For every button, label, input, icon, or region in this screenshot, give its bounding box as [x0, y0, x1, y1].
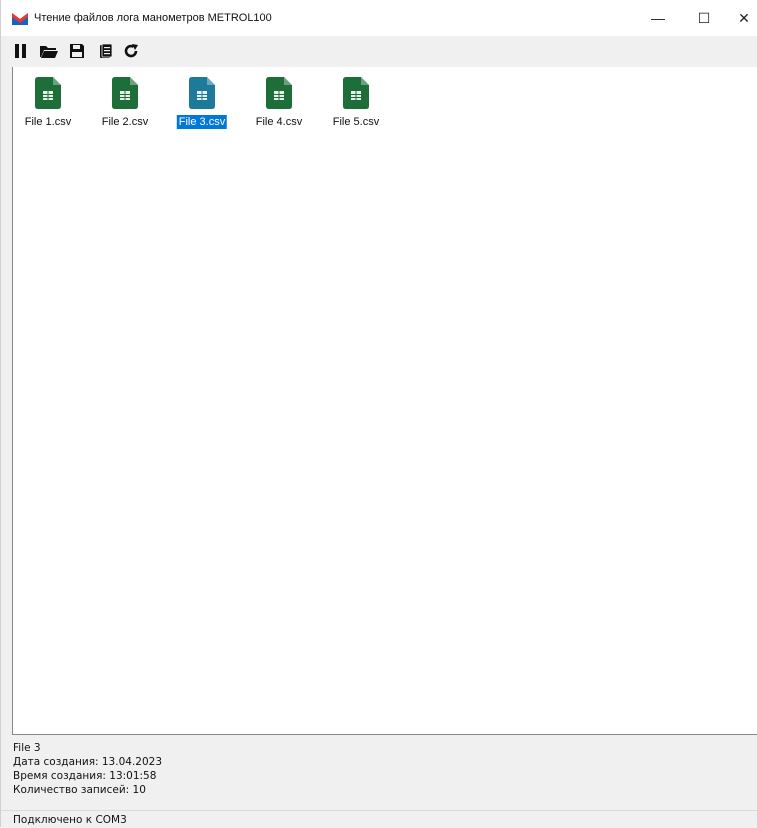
- spreadsheet-file-icon: [266, 77, 292, 109]
- file-item-label: File 5.csv: [332, 116, 380, 128]
- copy-button[interactable]: [96, 42, 116, 60]
- folder-open-icon: [40, 46, 58, 58]
- file-item[interactable]: File 5.csv: [321, 75, 391, 135]
- close-button[interactable]: ✕: [721, 0, 757, 36]
- spreadsheet-file-icon: [189, 77, 215, 109]
- file-info-created-date: Дата создания: 13.04.2023: [13, 756, 162, 768]
- refresh-button[interactable]: [121, 42, 141, 60]
- file-item-label: File 2.csv: [101, 116, 149, 128]
- file-item-label: File 3.csv: [176, 115, 228, 129]
- document-copy-icon: [100, 43, 113, 58]
- file-item[interactable]: File 3.csv: [167, 75, 237, 135]
- status-text: Подключено к COM3: [13, 814, 127, 826]
- minimize-button[interactable]: —: [635, 0, 681, 36]
- file-info-panel: File 3 Дата создания: 13.04.2023 Время с…: [13, 741, 753, 797]
- file-info-name: File 3: [13, 742, 41, 754]
- file-item-label: File 4.csv: [255, 116, 303, 128]
- window-title: Чтение файлов лога манометров METROL100: [34, 12, 272, 24]
- file-item[interactable]: File 1.csv: [13, 75, 83, 135]
- file-item-label: File 1.csv: [24, 116, 72, 128]
- file-list-panel[interactable]: File 1.csv File 2.csv File 3.csv File 4.csv…: [12, 67, 757, 735]
- spreadsheet-file-icon: [35, 77, 61, 109]
- file-item[interactable]: File 4.csv: [244, 75, 314, 135]
- app-window: Чтение файлов лога манометров METROL100 …: [0, 0, 757, 828]
- status-bar: Подключено к COM3: [1, 810, 757, 828]
- file-info-record-count: Количество записей: 10: [13, 784, 146, 796]
- pause-button[interactable]: [11, 42, 31, 60]
- open-button[interactable]: [39, 42, 59, 60]
- file-info-created-time: Время создания: 13:01:58: [13, 770, 157, 782]
- title-bar[interactable]: Чтение файлов лога манометров METROL100 …: [1, 0, 757, 36]
- file-item[interactable]: File 2.csv: [90, 75, 160, 135]
- refresh-icon: [124, 44, 138, 58]
- spreadsheet-file-icon: [112, 77, 138, 109]
- app-logo-icon: [12, 13, 28, 25]
- spreadsheet-file-icon: [343, 77, 369, 109]
- save-button[interactable]: [67, 42, 87, 60]
- pause-icon: [15, 44, 26, 58]
- toolbar: [1, 36, 757, 67]
- floppy-disk-icon: [70, 44, 84, 58]
